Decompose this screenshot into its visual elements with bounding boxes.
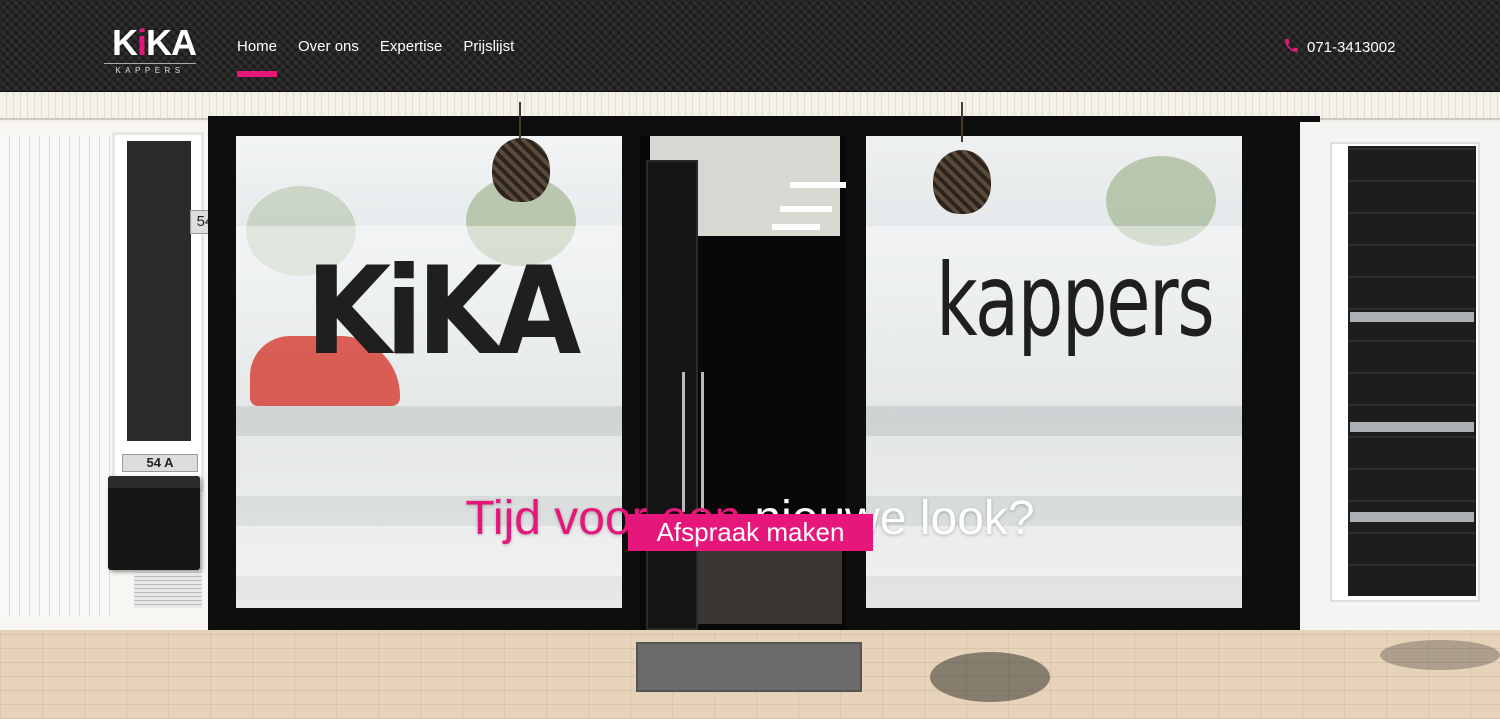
frosted-band [866, 436, 1242, 496]
nav-item-expertise[interactable]: Expertise [380, 0, 443, 92]
logo[interactable]: KiKA KAPPERS [104, 22, 197, 78]
tree-shadow [930, 652, 1050, 702]
logo-letter-k: K [112, 22, 138, 63]
main-nav: Home Over ons Expertise Prijslijst [237, 0, 514, 92]
ceiling-light [772, 224, 820, 230]
logo-letter-i: i [137, 22, 147, 63]
sidelight-window [112, 132, 204, 492]
ceiling-light [780, 206, 832, 212]
window-lettering-right: kappers [936, 242, 1215, 359]
house-number-sign-b: 54 A [122, 454, 198, 472]
nav-item-over-ons[interactable]: Over ons [298, 0, 359, 92]
display-shelf [1350, 422, 1474, 432]
wall-vent [134, 572, 202, 608]
phone-icon [1283, 37, 1300, 58]
frosted-band [236, 436, 622, 496]
sidelight-glass [127, 141, 191, 441]
hero-section: 54 54 A KiKA kappers Tijd voor een nieuw… [0, 92, 1500, 719]
window-lettering-left: KiKA [306, 240, 581, 382]
nav-item-prijslijst[interactable]: Prijslijst [463, 0, 514, 92]
ceiling-light [790, 182, 846, 188]
lamp-cord [519, 102, 521, 142]
display-shelf [1350, 312, 1474, 322]
phone-number: 071-3413002 [1307, 39, 1396, 56]
door-mat [636, 642, 862, 692]
logo-divider [104, 63, 196, 64]
site-header: KiKA KAPPERS Home Over ons Expertise Pri… [0, 0, 1500, 92]
door-handle [682, 372, 704, 512]
tree-shadow [1380, 640, 1500, 670]
book-appointment-button[interactable]: Afspraak maken [628, 514, 873, 551]
logo-wordmark: KiKA [112, 22, 197, 64]
left-door-panel [0, 136, 112, 616]
logo-subtitle: KAPPERS [115, 66, 185, 75]
hanging-lamp [492, 138, 550, 202]
phone-link[interactable]: 071-3413002 [1283, 37, 1395, 58]
lamp-cord [961, 102, 963, 142]
hanging-lamp [933, 150, 991, 214]
nav-item-home[interactable]: Home [237, 0, 278, 92]
logo-letters-ka: KA [146, 22, 197, 63]
